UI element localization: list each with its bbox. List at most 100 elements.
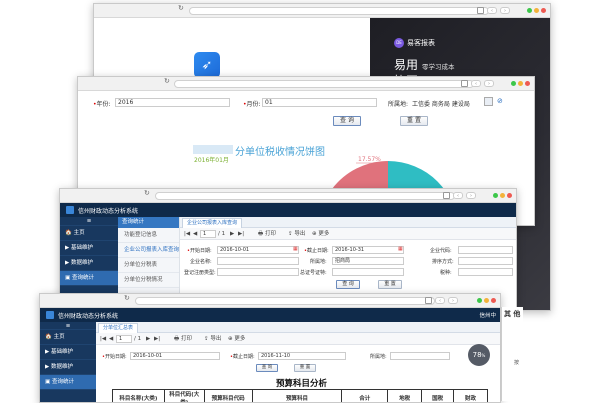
reader-icon[interactable] [477,7,484,14]
window-minimize-icon[interactable] [518,81,523,86]
reader-icon[interactable] [443,192,450,199]
menu-toggle-icon[interactable]: ≡ [60,217,118,226]
owner-input[interactable] [390,352,450,360]
year-select[interactable]: 2016 [115,98,230,107]
window-maximize-icon[interactable] [527,8,532,13]
page-input[interactable]: 1 [200,230,216,238]
window-minimize-icon[interactable] [500,193,505,198]
window-close-icon[interactable] [491,298,496,303]
company-name-input[interactable] [217,257,299,265]
address-bar[interactable] [174,80,474,88]
browser-window-budget-report: ↻ ‹ › 信州财政动态分析系统 信州中 ≡ 🏠 主页 ▶ 基础维护 ▶ 数据维… [39,293,501,403]
window-maximize-icon[interactable] [477,298,482,303]
address-bar[interactable] [135,297,435,305]
submenu-item-active[interactable]: 企业公司报表入库查询 [118,243,179,258]
back-button[interactable]: ‹ [435,297,445,304]
reader-icon[interactable] [425,297,432,304]
end-date-input[interactable]: 2016-11-10 [258,352,346,360]
sidebar-item-home[interactable]: 🏠 主页 [60,226,118,241]
forward-button[interactable]: › [500,7,510,14]
first-page-icon[interactable]: |◀ [100,333,106,345]
forward-button[interactable]: › [484,80,494,87]
tax-select[interactable] [458,268,513,276]
menu-toggle-icon[interactable]: ≡ [40,322,96,330]
sort-select[interactable] [458,257,513,265]
sidebar-item-basic[interactable]: ▶ 基础维护 [40,345,96,360]
sidebar-item-data[interactable]: ▶ 数据维护 [40,360,96,375]
window-maximize-icon[interactable] [493,193,498,198]
owner-input[interactable]: 招商局 [332,257,404,265]
sidebar-item-home[interactable]: 🏠 主页 [40,330,96,345]
reload-icon[interactable]: ↻ [164,77,170,85]
reload-icon[interactable]: ↻ [178,4,184,12]
page-input[interactable]: 1 [116,335,132,343]
export-label: 导出 [210,336,221,342]
subline: 零学习成本 [422,61,455,71]
company-code-input[interactable] [458,246,513,254]
region-picker-icon[interactable] [484,97,493,106]
last-page-icon[interactable]: ▶| [238,228,244,240]
back-button[interactable]: ‹ [453,192,463,199]
print-button[interactable]: 🖶 打印 [174,333,192,345]
query-button[interactable]: 查 询 [333,116,361,126]
month-select[interactable]: 01 [262,98,377,107]
back-button[interactable]: ‹ [471,80,481,87]
window-close-icon[interactable] [541,8,546,13]
export-button[interactable]: ⇪ 导出 [288,228,305,240]
submenu-item[interactable]: 分单位分税表 [118,258,179,273]
sidebar-item-data[interactable]: ▶ 数据维护 [60,256,118,271]
chart-title: 分单位税收情况饼图 [235,143,325,158]
rocket-icon[interactable]: ➶ [194,52,220,78]
prev-page-icon[interactable]: ◀ [193,228,197,240]
sidebar-item-basic[interactable]: ▶ 基础维护 [60,241,118,256]
reset-button[interactable]: 重 置 [400,116,428,126]
forward-button[interactable]: › [448,297,458,304]
sidebar-item-label: 数据维护 [71,260,93,266]
clear-icon[interactable]: ⊘ [497,97,503,105]
window-close-icon[interactable] [525,81,530,86]
window-maximize-icon[interactable] [511,81,516,86]
last-page-icon[interactable]: ▶| [154,333,160,345]
end-date-input[interactable]: 2016-10-31 [332,246,404,254]
query-button[interactable]: 查 询 [256,364,278,372]
address-bar[interactable] [155,192,455,200]
next-page-icon[interactable]: ▶ [230,228,234,240]
prev-page-icon[interactable]: ◀ [109,333,113,345]
app-title: 信州财政动态分析系统 [78,206,138,215]
forward-button[interactable]: › [466,192,476,199]
user-name[interactable]: 信州中 [479,311,496,319]
submenu-item[interactable]: 功能登记信息 [118,228,179,243]
sidebar-item-query[interactable]: ▣ 查询统计 [60,271,118,286]
export-button[interactable]: ⇪ 导出 [204,333,221,345]
reset-button[interactable]: 重 置 [294,364,316,372]
reg-type-select[interactable] [217,268,299,276]
reload-icon[interactable]: ↻ [144,189,150,197]
tab-unit-summary[interactable]: 分单位汇总表 [98,323,138,333]
print-button[interactable]: 🖶 打印 [258,228,276,240]
address-bar[interactable] [189,7,489,15]
source-input[interactable] [332,268,404,276]
submenu-item[interactable]: 分单位分税情况 [118,273,179,288]
tab-enterprise-query[interactable]: 企业公司报表入库查询 [182,218,242,228]
app-logo-icon [46,311,54,319]
more-button[interactable]: ⊕ 更多 [312,228,329,240]
first-page-icon[interactable]: |◀ [184,228,190,240]
next-page-icon[interactable]: ▶ [146,333,150,345]
query-button[interactable]: 查 询 [336,280,360,289]
calendar-icon[interactable]: ▦ [293,246,298,252]
reload-icon[interactable]: ↻ [124,294,130,302]
headline: 易用 [394,56,418,73]
window-minimize-icon[interactable] [534,8,539,13]
calendar-icon[interactable]: ▦ [398,246,403,252]
reader-icon[interactable] [461,80,468,87]
window-close-icon[interactable] [507,193,512,198]
brand-logo-icon: DE [394,38,404,48]
source-label: 总证号证特: [300,269,327,276]
window-minimize-icon[interactable] [484,298,489,303]
more-button[interactable]: ⊕ 更多 [228,333,245,345]
start-date-input[interactable]: 2016-10-01 [130,352,220,360]
start-date-input[interactable]: 2016-10-01 [217,246,299,254]
reset-button[interactable]: 重 置 [378,280,402,289]
sidebar-item-query[interactable]: ▣ 查询统计 [40,375,96,390]
back-button[interactable]: ‹ [487,7,497,14]
